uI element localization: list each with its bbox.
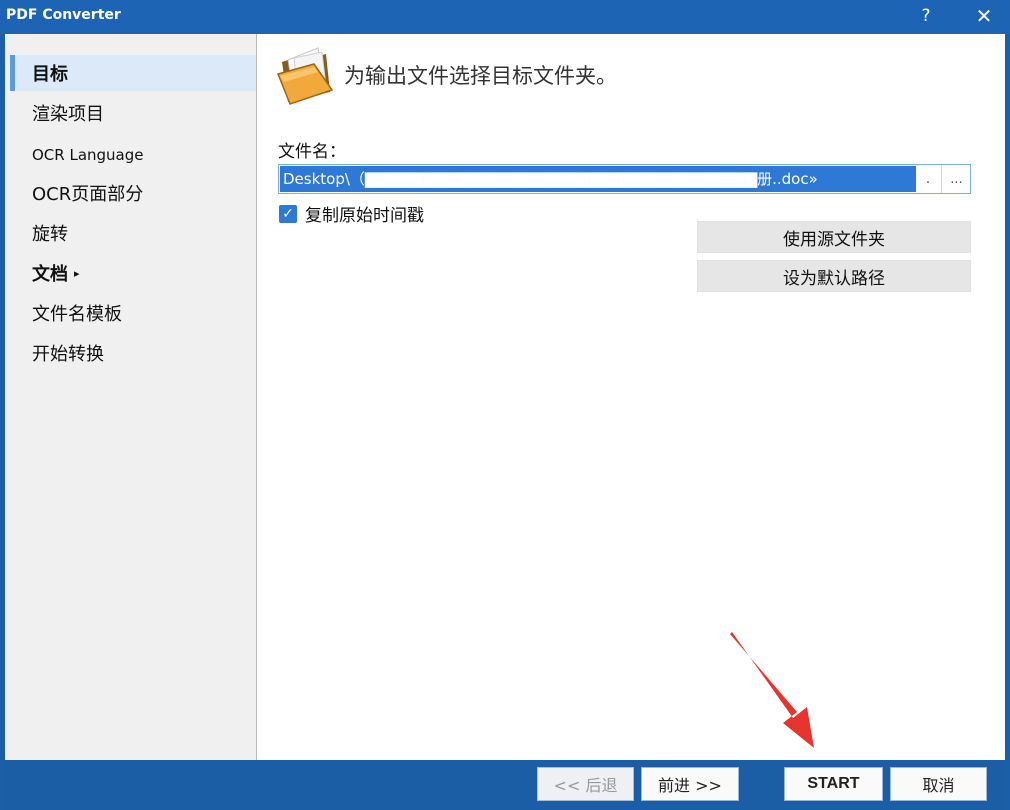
sidebar-item-document[interactable]: 文档 ▸ bbox=[10, 255, 256, 291]
sidebar-item-ocr-page[interactable]: OCR页面部分 bbox=[10, 175, 256, 211]
use-source-folder-button[interactable]: 使用源文件夹 bbox=[697, 221, 971, 253]
sidebar-item-label: 渲染项目 bbox=[32, 104, 104, 125]
output-path-field[interactable]: Desktop\（▇▇▇▇▇▇▇▇▇▇▇▇▇▇▇▇▇▇▇▇▇▇▇▇▇▇▇▇▇▇▇… bbox=[278, 164, 971, 194]
content-panel bbox=[257, 34, 1005, 760]
sidebar-item-label: OCR Language bbox=[32, 146, 144, 164]
back-button[interactable]: << 后退 bbox=[537, 767, 634, 801]
sidebar-item-rotate[interactable]: 旋转 bbox=[10, 215, 256, 251]
sidebar-item-label: 旋转 bbox=[32, 224, 68, 245]
start-button[interactable]: START bbox=[784, 767, 883, 801]
output-path-value[interactable]: Desktop\（▇▇▇▇▇▇▇▇▇▇▇▇▇▇▇▇▇▇▇▇▇▇▇▇▇▇▇▇▇▇▇… bbox=[280, 166, 916, 192]
help-button[interactable]: ? bbox=[906, 0, 946, 32]
title-bar: PDF Converter ? ✕ bbox=[0, 0, 1010, 34]
sidebar-item-label: 目标 bbox=[32, 64, 68, 85]
sidebar-item-start-convert[interactable]: 开始转换 bbox=[10, 335, 256, 371]
next-button[interactable]: 前进 >> bbox=[641, 767, 739, 801]
browse-button[interactable]: ... bbox=[941, 165, 971, 193]
set-default-path-button[interactable]: 设为默认路径 bbox=[697, 260, 971, 292]
sidebar-item-label: OCR页面部分 bbox=[32, 184, 144, 205]
sidebar-item-label: 文档 bbox=[32, 264, 68, 285]
path-dot-button[interactable]: . bbox=[919, 165, 937, 193]
sidebar-item-target[interactable]: 目标 bbox=[10, 55, 256, 91]
sidebar-item-ocr-language[interactable]: OCR Language bbox=[10, 137, 256, 173]
page-heading: 为输出文件选择目标文件夹。 bbox=[344, 64, 617, 88]
folder-icon bbox=[276, 47, 334, 105]
copy-timestamp-option[interactable]: ✓ 复制原始时间戳 bbox=[279, 201, 424, 226]
sidebar-item-label: 开始转换 bbox=[32, 344, 104, 365]
caret-right-icon: ▸ bbox=[74, 266, 80, 280]
close-button[interactable]: ✕ bbox=[962, 0, 1006, 32]
window-title: PDF Converter bbox=[6, 7, 121, 23]
checkbox-checked-icon[interactable]: ✓ bbox=[279, 204, 297, 223]
sidebar-item-filename-template[interactable]: 文件名模板 bbox=[10, 295, 256, 331]
filename-label: 文件名： bbox=[278, 142, 346, 162]
sidebar-item-render[interactable]: 渲染项目 bbox=[10, 95, 256, 131]
sidebar-item-label: 文件名模板 bbox=[32, 304, 122, 325]
cancel-button[interactable]: 取消 bbox=[890, 767, 987, 801]
copy-timestamp-label: 复制原始时间戳 bbox=[305, 206, 424, 226]
